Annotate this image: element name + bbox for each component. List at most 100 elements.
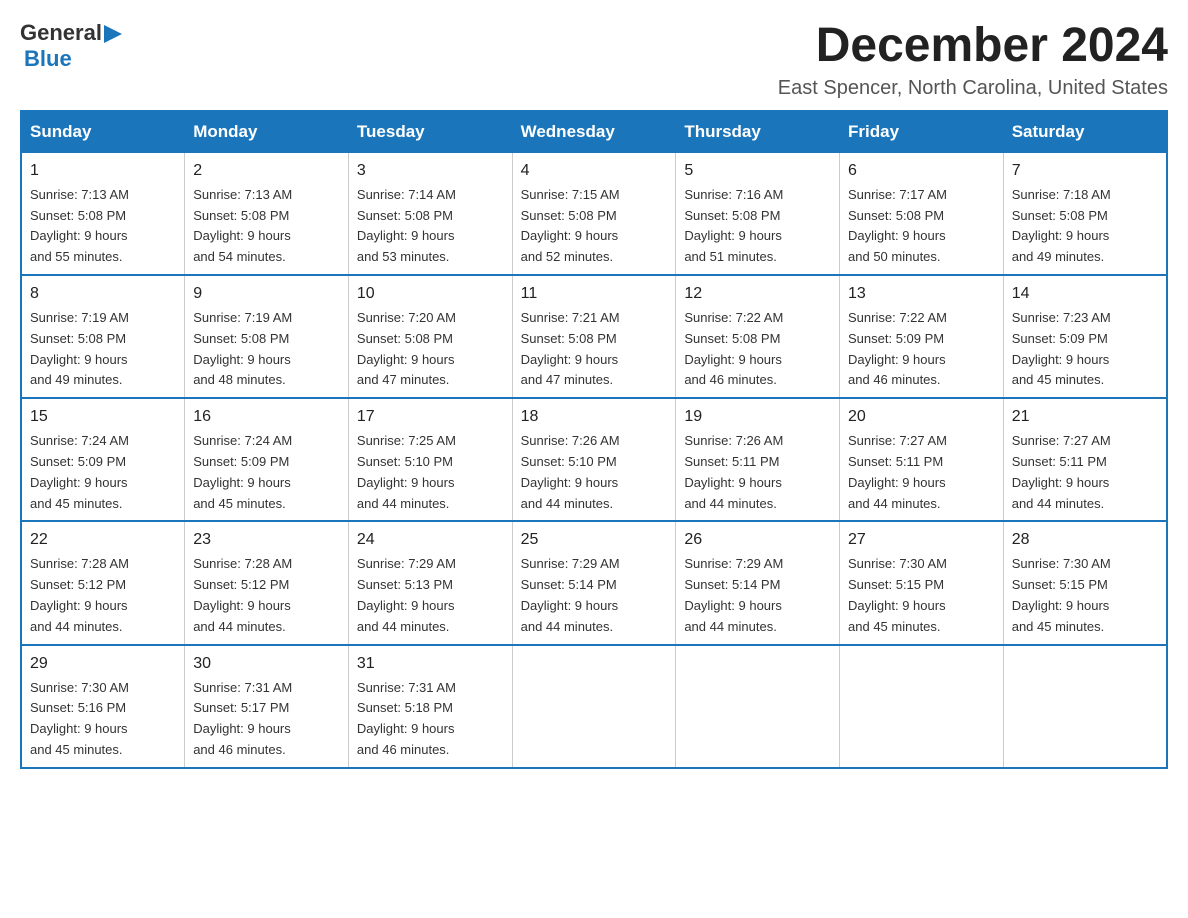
day-info: Sunrise: 7:20 AMSunset: 5:08 PMDaylight:… xyxy=(357,308,504,391)
logo-blue-text: Blue xyxy=(24,46,72,72)
calendar-header-wednesday: Wednesday xyxy=(512,111,676,153)
calendar-day-cell: 26Sunrise: 7:29 AMSunset: 5:14 PMDayligh… xyxy=(676,521,840,644)
day-info: Sunrise: 7:25 AMSunset: 5:10 PMDaylight:… xyxy=(357,431,504,514)
day-info: Sunrise: 7:18 AMSunset: 5:08 PMDaylight:… xyxy=(1012,185,1158,268)
day-number: 28 xyxy=(1012,528,1158,552)
calendar-day-cell: 6Sunrise: 7:17 AMSunset: 5:08 PMDaylight… xyxy=(840,152,1004,275)
calendar-header-saturday: Saturday xyxy=(1003,111,1167,153)
calendar-day-cell: 1Sunrise: 7:13 AMSunset: 5:08 PMDaylight… xyxy=(21,152,185,275)
day-info: Sunrise: 7:17 AMSunset: 5:08 PMDaylight:… xyxy=(848,185,995,268)
day-info: Sunrise: 7:21 AMSunset: 5:08 PMDaylight:… xyxy=(521,308,668,391)
day-info: Sunrise: 7:26 AMSunset: 5:10 PMDaylight:… xyxy=(521,431,668,514)
calendar-day-cell: 29Sunrise: 7:30 AMSunset: 5:16 PMDayligh… xyxy=(21,645,185,768)
day-info: Sunrise: 7:24 AMSunset: 5:09 PMDaylight:… xyxy=(30,431,176,514)
calendar-day-cell: 15Sunrise: 7:24 AMSunset: 5:09 PMDayligh… xyxy=(21,398,185,521)
calendar-week-row: 22Sunrise: 7:28 AMSunset: 5:12 PMDayligh… xyxy=(21,521,1167,644)
logo: General Blue xyxy=(20,20,122,72)
calendar-week-row: 1Sunrise: 7:13 AMSunset: 5:08 PMDaylight… xyxy=(21,152,1167,275)
calendar-header-row: SundayMondayTuesdayWednesdayThursdayFrid… xyxy=(21,111,1167,153)
calendar-day-cell: 21Sunrise: 7:27 AMSunset: 5:11 PMDayligh… xyxy=(1003,398,1167,521)
day-number: 3 xyxy=(357,159,504,183)
day-number: 16 xyxy=(193,405,340,429)
day-number: 21 xyxy=(1012,405,1158,429)
calendar-week-row: 8 Sunrise: 7:19 AMSunset: 5:08 PMDaylight… xyxy=(21,275,1167,398)
calendar-day-cell: 4Sunrise: 7:15 AMSunset: 5:08 PMDaylight… xyxy=(512,152,676,275)
day-number: 6 xyxy=(848,159,995,183)
day-number: 17 xyxy=(357,405,504,429)
title-section: December 2024 East Spencer, North Caroli… xyxy=(778,20,1168,100)
day-number: 23 xyxy=(193,528,340,552)
calendar-header-thursday: Thursday xyxy=(676,111,840,153)
calendar-day-cell: 2Sunrise: 7:13 AMSunset: 5:08 PMDaylight… xyxy=(185,152,349,275)
day-number: 14 xyxy=(1012,282,1158,306)
calendar-week-row: 15Sunrise: 7:24 AMSunset: 5:09 PMDayligh… xyxy=(21,398,1167,521)
day-info: Sunrise: 7:31 AMSunset: 5:18 PMDaylight:… xyxy=(357,678,504,761)
day-number: 11 xyxy=(521,282,668,306)
calendar-day-cell: 13Sunrise: 7:22 AMSunset: 5:09 PMDayligh… xyxy=(840,275,1004,398)
day-info: Sunrise: 7:24 AMSunset: 5:09 PMDaylight:… xyxy=(193,431,340,514)
calendar-day-cell: 8Sunrise: 7:19 AMSunset: 5:08 PMDaylight… xyxy=(21,275,185,398)
day-info: Sunrise: 7:14 AMSunset: 5:08 PMDaylight:… xyxy=(357,185,504,268)
calendar-table: SundayMondayTuesdayWednesdayThursdayFrid… xyxy=(20,110,1168,769)
day-number: 2 xyxy=(193,159,340,183)
calendar-header-sunday: Sunday xyxy=(21,111,185,153)
day-number: 5 xyxy=(684,159,831,183)
day-info: Sunrise: 7:16 AMSunset: 5:08 PMDaylight:… xyxy=(684,185,831,268)
calendar-day-cell: 30Sunrise: 7:31 AMSunset: 5:17 PMDayligh… xyxy=(185,645,349,768)
day-number: 20 xyxy=(848,405,995,429)
calendar-day-cell: 16Sunrise: 7:24 AMSunset: 5:09 PMDayligh… xyxy=(185,398,349,521)
calendar-header-monday: Monday xyxy=(185,111,349,153)
day-number: 4 xyxy=(521,159,668,183)
day-info: Sunrise: 7:13 AMSunset: 5:08 PMDaylight:… xyxy=(30,185,176,268)
page-header: General Blue December 2024 East Spencer,… xyxy=(20,20,1168,100)
calendar-day-cell: 20Sunrise: 7:27 AMSunset: 5:11 PMDayligh… xyxy=(840,398,1004,521)
calendar-day-cell: 3Sunrise: 7:14 AMSunset: 5:08 PMDaylight… xyxy=(348,152,512,275)
calendar-day-cell: 23Sunrise: 7:28 AMSunset: 5:12 PMDayligh… xyxy=(185,521,349,644)
calendar-day-cell: 5Sunrise: 7:16 AMSunset: 5:08 PMDaylight… xyxy=(676,152,840,275)
calendar-day-cell: 12Sunrise: 7:22 AMSunset: 5:08 PMDayligh… xyxy=(676,275,840,398)
calendar-day-cell xyxy=(512,645,676,768)
day-number: 19 xyxy=(684,405,831,429)
day-number: 1 xyxy=(30,159,176,183)
day-info: Sunrise: 7:30 AMSunset: 5:15 PMDaylight:… xyxy=(848,554,995,637)
calendar-day-cell: 17Sunrise: 7:25 AMSunset: 5:10 PMDayligh… xyxy=(348,398,512,521)
day-info: Sunrise: 7:28 AMSunset: 5:12 PMDaylight:… xyxy=(30,554,176,637)
day-info: Sunrise: 7:22 AMSunset: 5:09 PMDaylight:… xyxy=(848,308,995,391)
calendar-day-cell: 25Sunrise: 7:29 AMSunset: 5:14 PMDayligh… xyxy=(512,521,676,644)
day-number: 8 xyxy=(30,282,176,306)
calendar-day-cell: 31Sunrise: 7:31 AMSunset: 5:18 PMDayligh… xyxy=(348,645,512,768)
day-info: Sunrise: 7:19 AMSunset: 5:08 PMDaylight:… xyxy=(193,308,340,391)
calendar-day-cell: 19Sunrise: 7:26 AMSunset: 5:11 PMDayligh… xyxy=(676,398,840,521)
calendar-day-cell xyxy=(676,645,840,768)
calendar-day-cell: 11Sunrise: 7:21 AMSunset: 5:08 PMDayligh… xyxy=(512,275,676,398)
day-number: 9 xyxy=(193,282,340,306)
day-number: 26 xyxy=(684,528,831,552)
calendar-day-cell: 18Sunrise: 7:26 AMSunset: 5:10 PMDayligh… xyxy=(512,398,676,521)
day-info: Sunrise: 7:22 AMSunset: 5:08 PMDaylight:… xyxy=(684,308,831,391)
calendar-day-cell: 7Sunrise: 7:18 AMSunset: 5:08 PMDaylight… xyxy=(1003,152,1167,275)
calendar-header-friday: Friday xyxy=(840,111,1004,153)
day-number: 30 xyxy=(193,652,340,676)
day-number: 22 xyxy=(30,528,176,552)
location-title: East Spencer, North Carolina, United Sta… xyxy=(778,77,1168,100)
day-info: Sunrise: 7:27 AMSunset: 5:11 PMDaylight:… xyxy=(1012,431,1158,514)
day-number: 7 xyxy=(1012,159,1158,183)
calendar-header-tuesday: Tuesday xyxy=(348,111,512,153)
calendar-day-cell: 14Sunrise: 7:23 AMSunset: 5:09 PMDayligh… xyxy=(1003,275,1167,398)
calendar-week-row: 29Sunrise: 7:30 AMSunset: 5:16 PMDayligh… xyxy=(21,645,1167,768)
calendar-day-cell: 9Sunrise: 7:19 AMSunset: 5:08 PMDaylight… xyxy=(185,275,349,398)
day-number: 15 xyxy=(30,405,176,429)
day-number: 18 xyxy=(521,405,668,429)
day-info: Sunrise: 7:23 AMSunset: 5:09 PMDaylight:… xyxy=(1012,308,1158,391)
day-info: Sunrise: 7:30 AMSunset: 5:15 PMDaylight:… xyxy=(1012,554,1158,637)
month-title: December 2024 xyxy=(778,20,1168,73)
day-number: 29 xyxy=(30,652,176,676)
day-info: Sunrise: 7:29 AMSunset: 5:14 PMDaylight:… xyxy=(521,554,668,637)
day-number: 25 xyxy=(521,528,668,552)
day-info: Sunrise: 7:26 AMSunset: 5:11 PMDaylight:… xyxy=(684,431,831,514)
day-number: 27 xyxy=(848,528,995,552)
day-info: Sunrise: 7:27 AMSunset: 5:11 PMDaylight:… xyxy=(848,431,995,514)
logo-triangle-icon xyxy=(104,25,122,43)
day-info: Sunrise: 7:29 AMSunset: 5:13 PMDaylight:… xyxy=(357,554,504,637)
day-number: 31 xyxy=(357,652,504,676)
